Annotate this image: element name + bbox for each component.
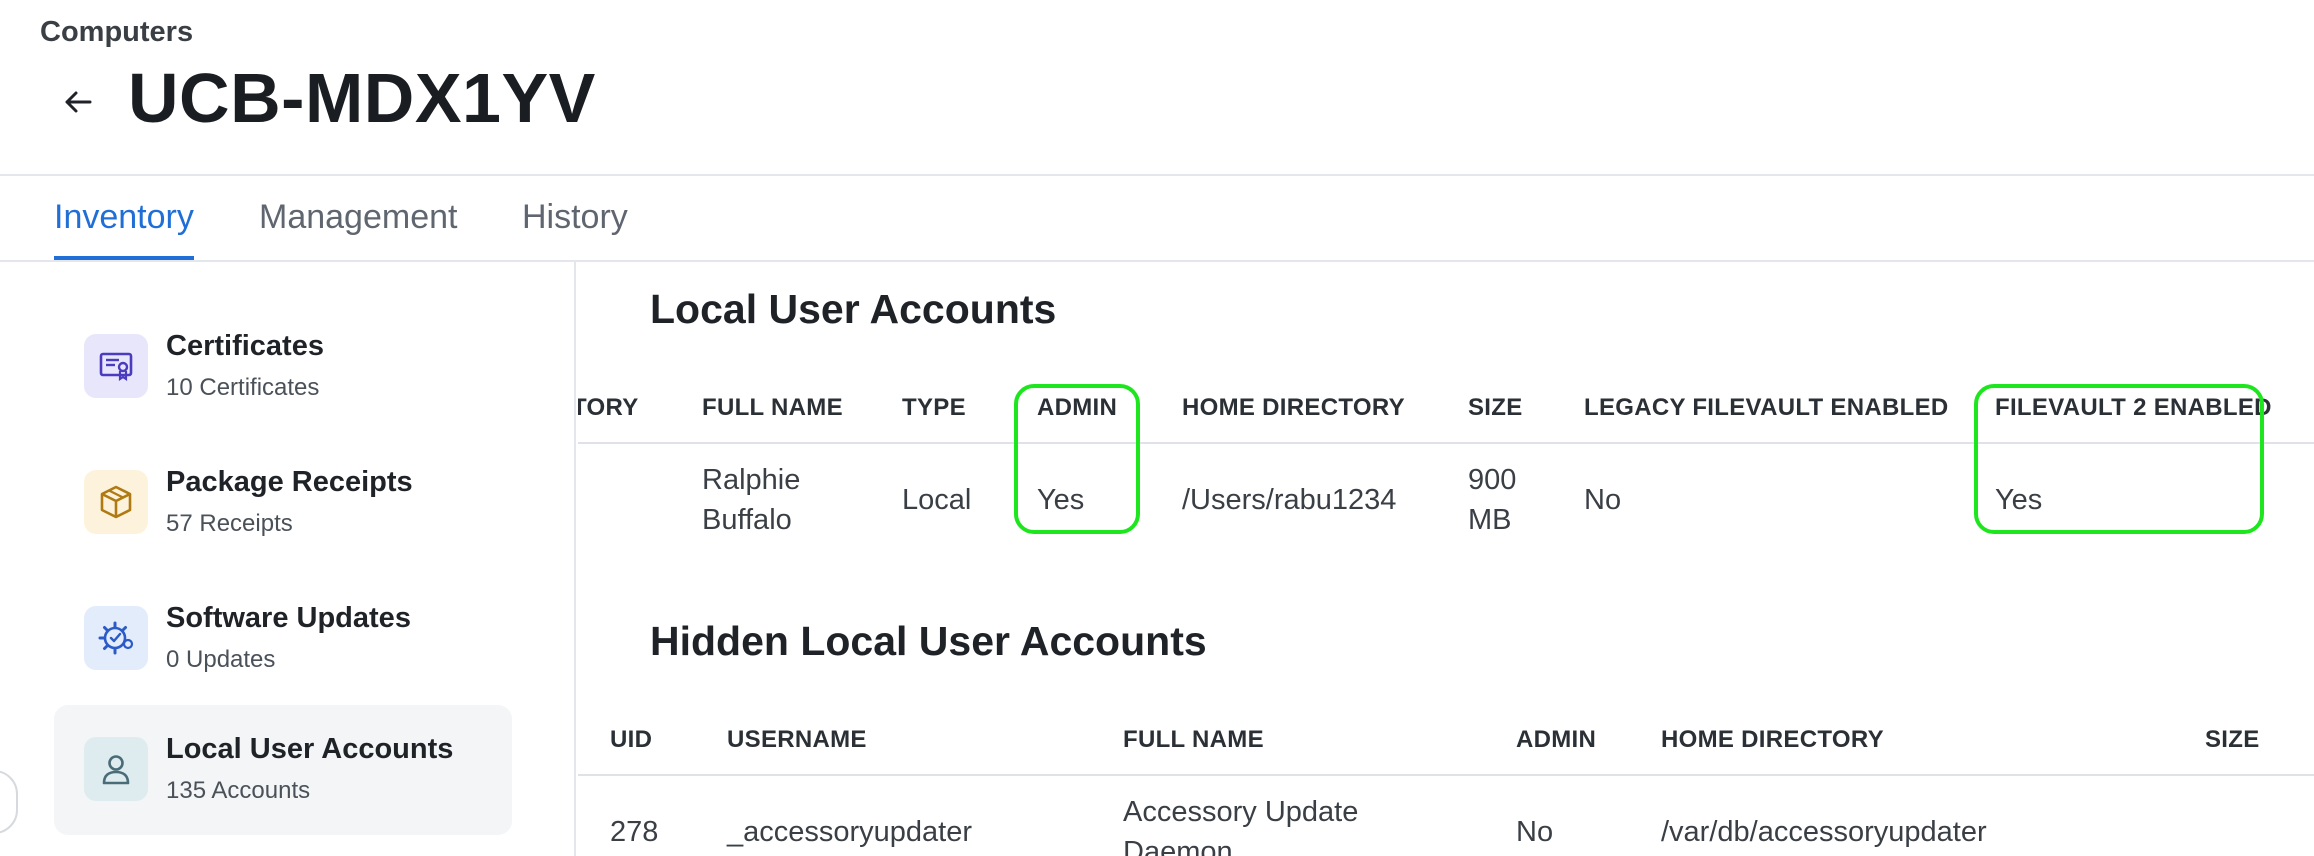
- header-divider: [578, 774, 2314, 776]
- sidebar-item-local-user-accounts[interactable]: Local User Accounts 135 Accounts: [54, 705, 512, 835]
- filevault2-column-highlight: [1974, 384, 2264, 534]
- cell-type: Local: [902, 484, 972, 516]
- cell-full-name: Accessory Update: [1123, 796, 1359, 828]
- tab-management[interactable]: Management: [259, 192, 457, 260]
- sidebar-item-package-receipts[interactable]: Package Receipts 57 Receipts: [54, 438, 512, 568]
- gear-update-icon: [84, 606, 148, 670]
- column-header[interactable]: ADMIN: [1516, 726, 1596, 754]
- sidebar-item-title: Software Updates: [166, 602, 411, 634]
- cell-home-directory: /var/db/accessoryupdater: [1661, 816, 1987, 848]
- sidebar-item-certificates[interactable]: Certificates 10 Certificates: [54, 302, 512, 432]
- package-icon: [84, 470, 148, 534]
- sidebar-item-title: Local User Accounts: [166, 733, 454, 765]
- inventory-main: Local User Accounts TORY FULL NAME TYPE …: [578, 262, 2314, 856]
- section-title-local-user-accounts: Local User Accounts: [650, 286, 1057, 332]
- section-title-hidden-local-user-accounts: Hidden Local User Accounts: [650, 618, 1207, 664]
- cell-full-name: Ralphie: [702, 464, 801, 496]
- sidebar-item-count: 57 Receipts: [166, 510, 293, 537]
- column-header[interactable]: TORY: [578, 394, 639, 422]
- cell-legacy-filevault: No: [1584, 484, 1622, 516]
- sidebar-item-title: Certificates: [166, 330, 324, 362]
- tab-inventory[interactable]: Inventory: [54, 192, 194, 260]
- column-header[interactable]: FULL NAME: [1123, 726, 1264, 754]
- column-header[interactable]: SIZE: [2205, 726, 2260, 754]
- page-title: UCB-MDX1YV: [128, 59, 596, 137]
- back-button[interactable]: [52, 76, 104, 128]
- certificate-icon: [84, 334, 148, 398]
- sidebar-item-software-updates[interactable]: Software Updates 0 Updates: [54, 574, 512, 704]
- cell-home-directory: /Users/rabu1234: [1182, 484, 1397, 516]
- user-icon: [84, 737, 148, 801]
- column-header[interactable]: HOME DIRECTORY: [1182, 394, 1405, 422]
- column-header[interactable]: LEGACY FILEVAULT ENABLED: [1584, 394, 1949, 422]
- cell-uid: 278: [610, 816, 659, 848]
- column-header[interactable]: TYPE: [902, 394, 966, 422]
- cell-admin: No: [1516, 816, 1554, 848]
- column-header[interactable]: HOME DIRECTORY: [1661, 726, 1884, 754]
- inventory-sidebar: Certificates 10 Certificates Package Rec…: [0, 262, 576, 856]
- cell-full-name: Daemon: [1123, 836, 1233, 856]
- column-header[interactable]: UID: [610, 726, 652, 754]
- tab-history[interactable]: History: [522, 192, 628, 260]
- sidebar-item-count: 0 Updates: [166, 646, 276, 673]
- cell-full-name: Buffalo: [702, 504, 792, 536]
- column-header[interactable]: USERNAME: [727, 726, 867, 754]
- cell-size: 900: [1468, 464, 1517, 496]
- sidebar-item-count: 135 Accounts: [166, 777, 311, 804]
- cell-username: _accessoryupdater: [727, 816, 973, 848]
- page-header: Computers UCB-MDX1YV: [0, 0, 2314, 176]
- admin-column-highlight: [1014, 384, 1140, 534]
- column-header[interactable]: FULL NAME: [702, 394, 843, 422]
- sidebar-item-title: Package Receipts: [166, 466, 413, 498]
- tab-bar: Inventory Management History: [0, 176, 2314, 262]
- cell-size: MB: [1468, 504, 1512, 536]
- sidebar-item-count: 10 Certificates: [166, 374, 320, 401]
- arrow-left-icon: [65, 91, 92, 113]
- breadcrumb-computers[interactable]: Computers: [40, 16, 193, 49]
- column-header[interactable]: SIZE: [1468, 394, 1523, 422]
